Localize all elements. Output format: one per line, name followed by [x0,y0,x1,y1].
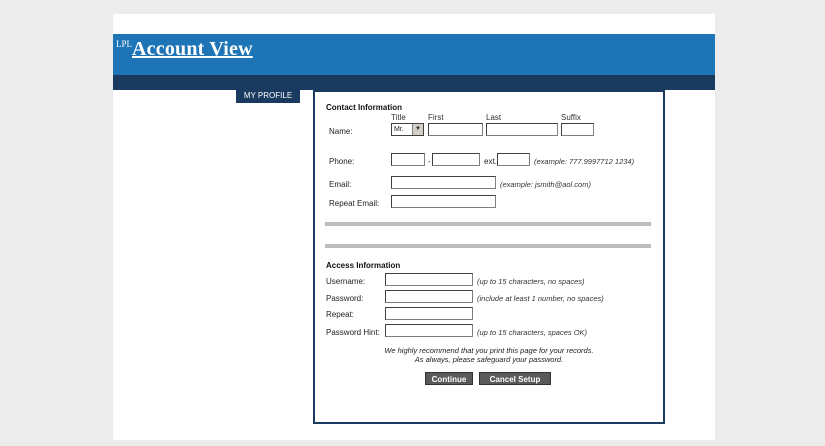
email-input[interactable] [391,176,496,189]
logo-prefix: LPL [116,39,133,49]
logo-title: Account View [132,38,253,60]
last-name-input[interactable] [486,123,558,136]
username-hint: (up to 15 characters, no spaces) [477,277,585,286]
email-hint: (example: jsmith@aol.com) [500,180,591,189]
repeat-password-label: Repeat: [326,310,355,319]
page-container: LPLAccount View MY PROFILE Contact Infor… [113,14,715,440]
title-select[interactable]: Mr. ▼ [391,123,424,136]
password-input[interactable] [385,290,473,303]
repeat-password-input[interactable] [385,307,473,320]
suffix-input[interactable] [561,123,594,136]
phone-dash: - [428,157,431,166]
contact-section-title: Contact Information [326,103,402,112]
name-label: Name: [329,127,353,136]
safeguard-note: As always, please safeguard your passwor… [414,355,564,364]
phone-label: Phone: [329,157,355,166]
email-label: Email: [329,180,352,189]
app-header: LPLAccount View [113,34,715,75]
username-label: Username: [326,277,366,286]
phone-hint: (example: 777.9997712 1234) [534,157,635,166]
tab-my-profile[interactable]: MY PROFILE [236,89,300,103]
password-hint: (include at least 1 number, no spaces) [477,294,604,303]
continue-button[interactable]: Continue [425,372,473,385]
phone-number-input[interactable] [432,153,480,166]
password-hint-label: Password Hint: [326,328,380,337]
column-first: First [428,113,444,122]
chevron-down-icon: ▼ [412,124,423,135]
phone-area-input[interactable] [391,153,425,166]
header-strip [113,75,715,90]
first-name-input[interactable] [428,123,483,136]
profile-form-panel: Contact Information Title First Last Suf… [313,89,665,424]
app-logo[interactable]: LPLAccount View [116,38,253,61]
phone-ext-input[interactable] [497,153,530,166]
password-hint-hint: (up to 15 characters, spaces OK) [477,328,588,337]
access-section-title: Access Information [326,261,401,270]
repeat-email-label: Repeat Email: [329,199,380,208]
title-select-value: Mr. [394,126,404,133]
column-last: Last [486,113,502,122]
section-divider [325,222,651,226]
password-hint-input[interactable] [385,324,473,337]
username-input[interactable] [385,273,473,286]
column-title: Title [391,113,406,122]
print-note: We highly recommend that you print this … [384,346,594,355]
column-suffix: Suffix [561,113,581,122]
section-divider [325,244,651,248]
repeat-email-input[interactable] [391,195,496,208]
phone-ext-label: ext. [484,157,497,166]
password-label: Password: [326,294,364,303]
cancel-setup-button[interactable]: Cancel Setup [479,372,551,385]
